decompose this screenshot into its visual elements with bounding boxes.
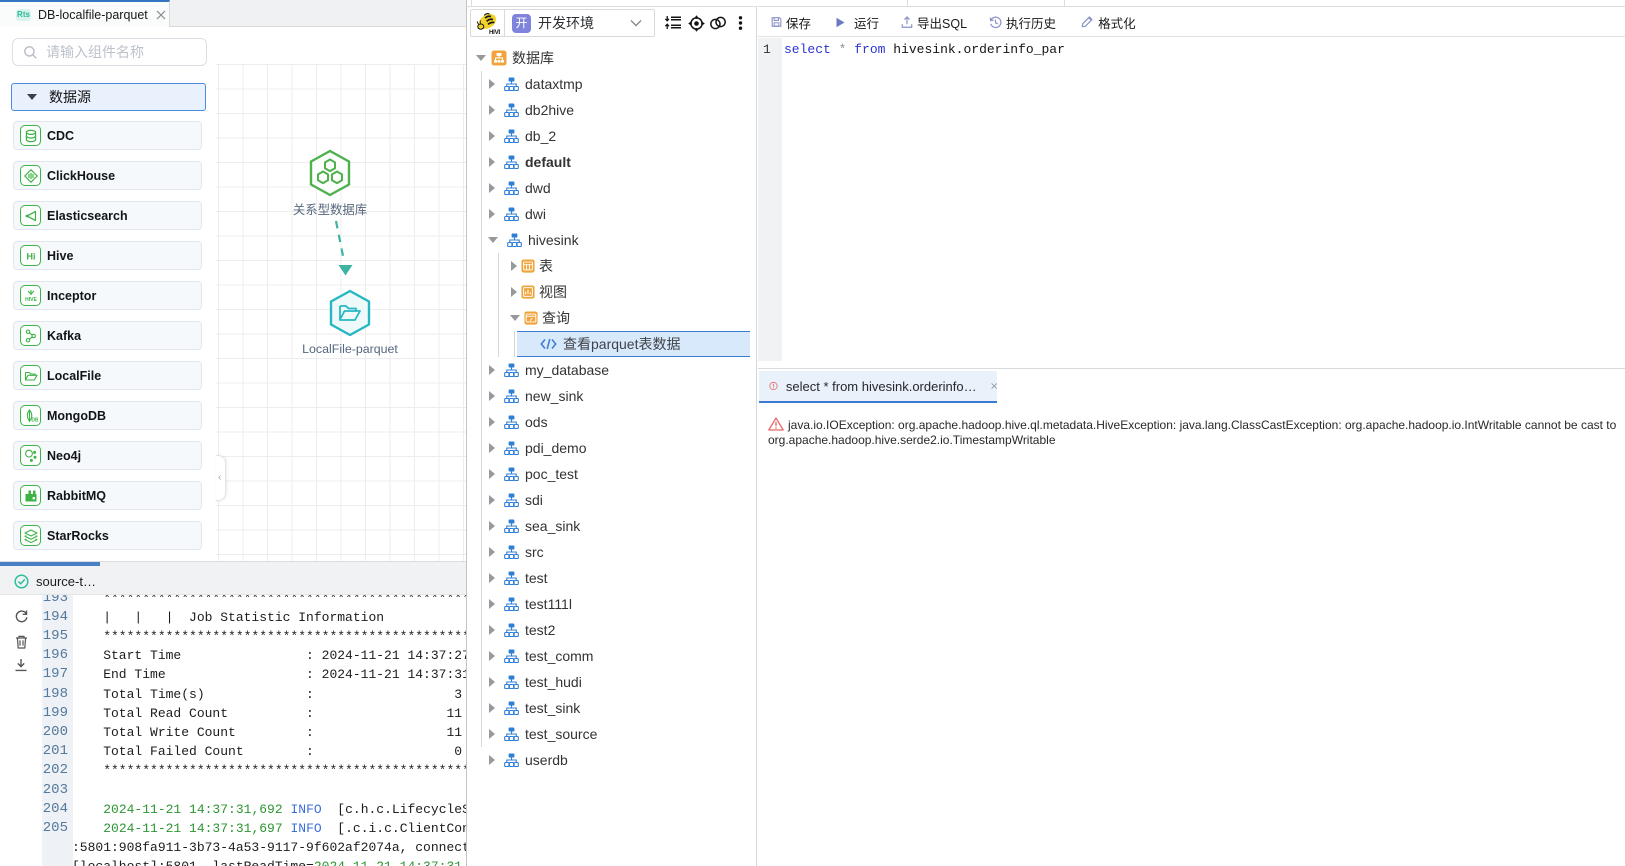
svg-text:HIVE: HIVE (489, 29, 500, 35)
svg-text:HIVE: HIVE (25, 297, 37, 303)
svg-text:Hi: Hi (26, 251, 35, 261)
svg-text:DB: DB (31, 417, 38, 423)
